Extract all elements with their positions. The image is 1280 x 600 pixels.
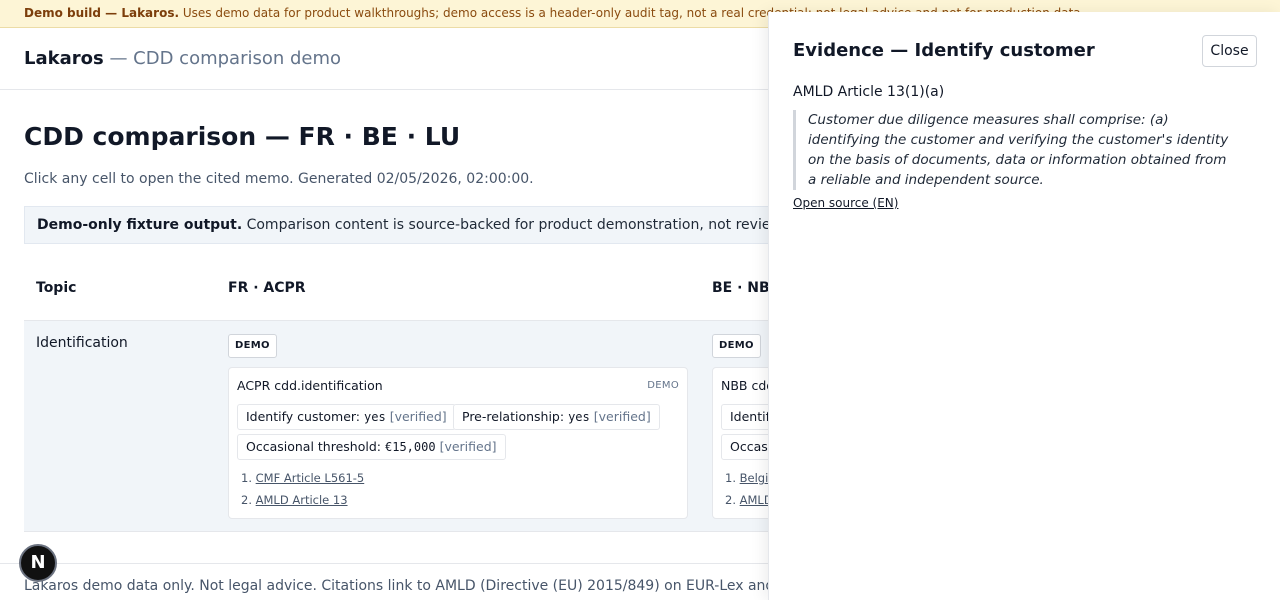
citation-link-cmf-l561-5[interactable]: CMF Article L561-5	[256, 471, 365, 485]
page-subtitle: Click any cell to open the cited memo. G…	[24, 171, 534, 187]
brand[interactable]: Lakaros — CDD comparison demo	[24, 48, 341, 69]
chip-occasional-threshold[interactable]: Occasional threshold:	[721, 434, 768, 460]
row-topic-identification: Identification	[36, 335, 128, 351]
citation-item: 2. AMLD Article 13	[725, 493, 768, 507]
citation-item: 2. AMLD Article 13	[241, 493, 348, 507]
footer-divider	[0, 563, 770, 564]
footer-text: Lakaros demo data only. Not legal advice…	[24, 578, 769, 594]
card-title: ACPR cdd.identification	[237, 378, 383, 393]
card-title: NBB cdd.identification	[721, 378, 768, 393]
chip-value: yes	[568, 410, 590, 424]
chip-pre-relationship[interactable]: Pre-relationship: yes [verified]	[453, 404, 660, 430]
chip-identify-customer[interactable]: Identify customer: yes [verified]	[237, 404, 456, 430]
open-source-link[interactable]: Open source (EN)	[793, 196, 898, 210]
brand-subtitle: — CDD comparison demo	[109, 48, 342, 69]
chip-value: yes	[364, 410, 386, 424]
chip-status: [verified]	[439, 439, 497, 454]
citation-link-belgian-aml-law[interactable]: Belgian AML Law	[740, 471, 768, 485]
demo-badge: DEMO	[712, 334, 761, 358]
chip-label: Identify customer:	[730, 409, 768, 424]
card-demo-tag: DEMO	[647, 380, 679, 391]
evidence-quote: Customer due diligence measures shall co…	[793, 110, 1233, 190]
cell-be-nbb: DEMO NBB cdd.identification Identify cus…	[712, 330, 768, 530]
citation-item: 1. Belgian AML Law	[725, 471, 768, 485]
brand-name: Lakaros	[24, 48, 104, 69]
page-title: CDD comparison — FR · BE · LU	[24, 122, 461, 151]
evidence-reference: AMLD Article 13(1)(a)	[793, 84, 945, 100]
chip-label: Occasional threshold:	[246, 439, 381, 454]
evidence-panel: Evidence — Identify customer Close AMLD …	[768, 12, 1280, 600]
citation-item: 1. CMF Article L561-5	[241, 471, 365, 485]
demo-notice: Demo-only fixture output. Comparison con…	[24, 206, 784, 244]
chip-status: [verified]	[593, 409, 651, 424]
memo-card-be[interactable]: NBB cdd.identification Identify customer…	[712, 367, 768, 519]
column-header-fr-acpr: FR · ACPR	[228, 280, 306, 296]
chip-label: Occasional threshold:	[730, 439, 768, 454]
chip-status: [verified]	[389, 409, 447, 424]
demo-banner-title: Demo build — Lakaros.	[24, 6, 180, 20]
chip-label: Identify customer:	[246, 409, 361, 424]
chip-value: €15,000	[385, 440, 436, 454]
citation-link-amld-13[interactable]: AMLD Article 13	[740, 493, 768, 507]
column-header-topic: Topic	[36, 280, 77, 296]
chip-identify-customer[interactable]: Identify customer:	[721, 404, 768, 430]
chip-label: Pre-relationship:	[462, 409, 565, 424]
memo-card-fr[interactable]: ACPR cdd.identification DEMO Identify cu…	[228, 367, 688, 519]
demo-notice-title: Demo-only fixture output.	[37, 217, 243, 233]
citation-link-amld-13[interactable]: AMLD Article 13	[256, 493, 348, 507]
chip-occasional-threshold[interactable]: Occasional threshold: €15,000 [verified]	[237, 434, 506, 460]
dev-tools-badge[interactable]: N	[19, 544, 57, 582]
demo-badge: DEMO	[228, 334, 277, 358]
panel-title: Evidence — Identify customer	[793, 40, 1095, 61]
close-button[interactable]: Close	[1202, 35, 1257, 67]
demo-notice-text: Comparison content is source-backed for …	[246, 217, 783, 233]
column-header-be-nbb: BE · NBB	[712, 280, 768, 296]
